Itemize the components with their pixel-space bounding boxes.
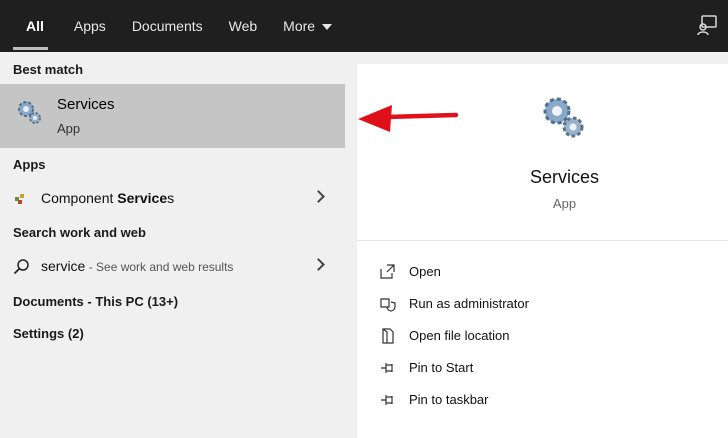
best-match-subtitle: App	[57, 121, 81, 136]
web-hint: - See work and web results	[85, 260, 234, 274]
app-result-component-services[interactable]: Component Services	[0, 182, 345, 214]
action-run-as-admin-label: Run as administrator	[409, 296, 529, 311]
feedback-icon[interactable]	[696, 14, 718, 36]
action-pin-to-start-label: Pin to Start	[409, 360, 474, 375]
documents-heading[interactable]: Documents - This PC (13+)	[13, 294, 178, 309]
red-arrow-annotation	[358, 105, 459, 132]
preview-subtitle: App	[552, 196, 577, 211]
action-open[interactable]: Open	[357, 256, 728, 286]
app-result-label: Component Services	[41, 190, 174, 206]
best-match-heading: Best match	[13, 62, 84, 77]
tab-apps-label: Apps	[73, 18, 106, 34]
label-match: Service	[117, 190, 168, 206]
tab-all-label: All	[26, 18, 44, 34]
component-services-icon	[15, 194, 24, 204]
tab-web[interactable]: Web	[216, 0, 271, 52]
pin-icon	[381, 395, 393, 405]
results-list: Best match Services App Apps Component S…	[0, 52, 345, 438]
best-match-title: Services	[57, 96, 115, 113]
web-query: service	[41, 258, 86, 274]
tab-more[interactable]: More	[270, 0, 345, 52]
tab-more-label: More	[283, 18, 316, 34]
search-scope-bar: All Apps Documents Web More	[0, 0, 728, 52]
file-location-icon	[382, 328, 394, 344]
action-run-as-admin[interactable]: Run as administrator	[357, 288, 728, 318]
web-result-label: service - See work and web results	[41, 258, 233, 274]
web-heading: Search work and web	[13, 225, 146, 240]
tab-apps[interactable]: Apps	[61, 0, 119, 52]
settings-heading[interactable]: Settings (2)	[13, 326, 84, 341]
web-result-service[interactable]: service - See work and web results	[0, 250, 345, 282]
chevron-right-icon[interactable]	[312, 258, 325, 271]
services-gears-icon	[543, 97, 584, 138]
label-suffix: s	[167, 190, 175, 206]
action-pin-to-taskbar[interactable]: Pin to taskbar	[357, 384, 728, 414]
divider	[357, 240, 728, 241]
tab-web-label: Web	[228, 18, 258, 34]
pin-icon	[381, 363, 393, 373]
services-gears-icon	[18, 101, 41, 124]
best-match-item[interactable]: Services App	[0, 84, 345, 148]
open-icon	[380, 264, 395, 279]
search-icon	[13, 259, 29, 275]
shield-icon	[380, 298, 396, 312]
action-open-file-location-label: Open file location	[409, 328, 510, 343]
apps-heading: Apps	[13, 157, 46, 172]
tab-documents-label: Documents	[131, 18, 203, 34]
action-open-file-location[interactable]: Open file location	[357, 320, 728, 350]
action-pin-to-taskbar-label: Pin to taskbar	[409, 392, 489, 407]
preview-title: Services	[529, 167, 600, 187]
action-pin-to-start[interactable]: Pin to Start	[357, 352, 728, 382]
chevron-down-icon	[322, 24, 333, 30]
tab-documents[interactable]: Documents	[119, 0, 216, 52]
action-open-label: Open	[409, 264, 441, 279]
chevron-right-icon[interactable]	[312, 190, 325, 203]
label-prefix: Component	[41, 190, 118, 206]
tab-all[interactable]: All	[0, 0, 61, 52]
